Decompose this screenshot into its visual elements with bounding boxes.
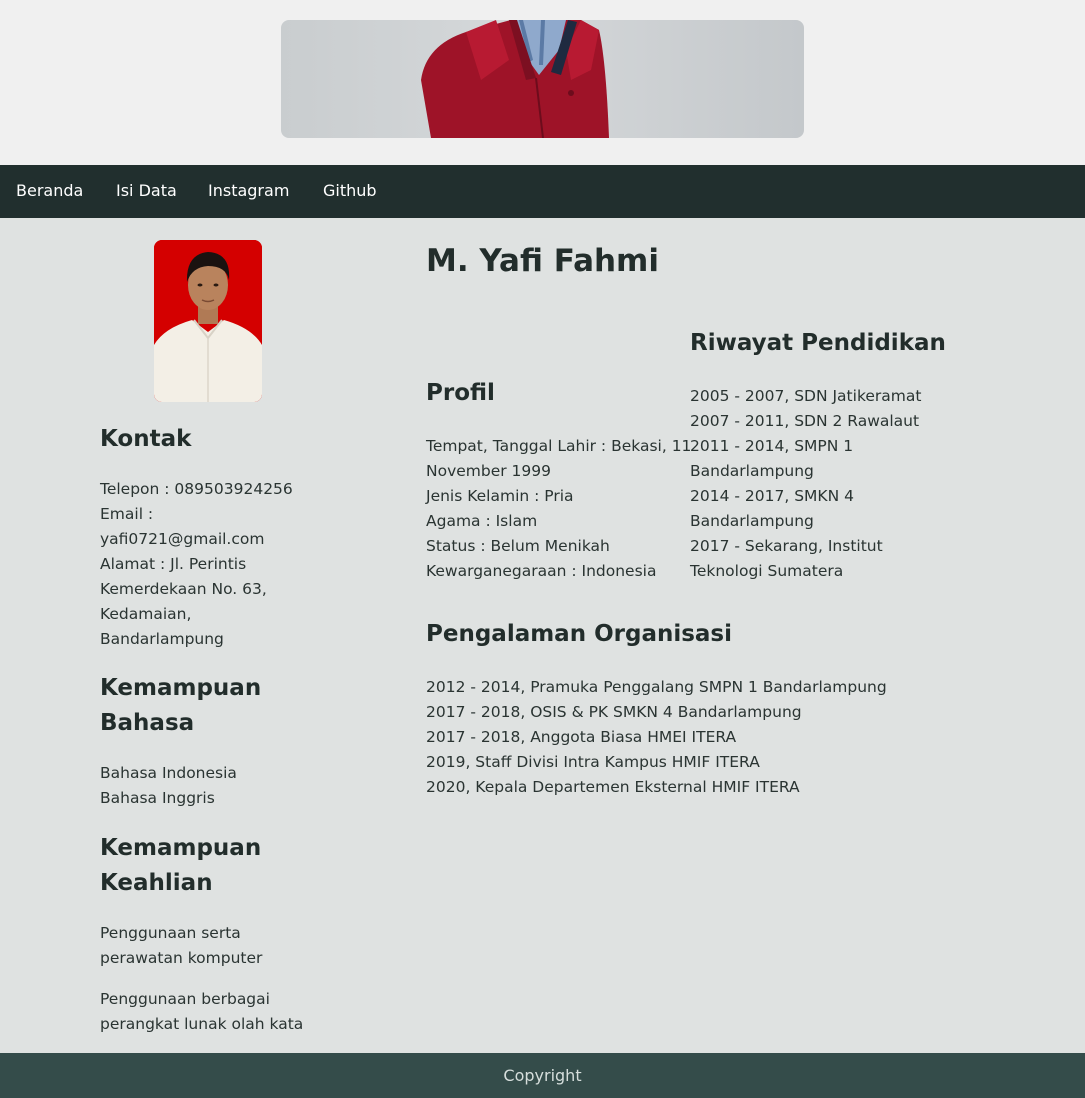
organisasi-line: 2020, Kepala Departemen Eksternal HMIF I…: [426, 778, 800, 796]
nav-item-isi-data[interactable]: Isi Data: [116, 181, 177, 200]
pendidikan-line: 2005 - 2007, SDN Jatikeramat: [690, 387, 922, 405]
kontak-line: Telepon : 089503924256: [100, 480, 293, 498]
profil-line: Tempat, Tanggal Lahir : Bekasi, 11: [426, 437, 692, 455]
organisasi-heading: Pengalaman Organisasi: [426, 621, 733, 647]
keahlian-item: Penggunaan berbagai perangkat lunak olah…: [100, 987, 303, 1037]
kontak-line: Kemerdekaan No. 63,: [100, 580, 267, 598]
bahasa-heading-line1: Kemampuan: [100, 675, 262, 701]
profile-photo: [154, 240, 262, 402]
kontak-line: yafi0721@gmail.com: [100, 530, 265, 548]
nav-item-github[interactable]: Github: [323, 181, 377, 200]
navbar: Beranda Isi Data Instagram Github: [0, 165, 1085, 218]
keahlian-heading-line1: Kemampuan: [100, 835, 262, 861]
profil-line: Kewarganegaraan : Indonesia: [426, 562, 657, 580]
keahlian-heading-line2: Keahlian: [100, 870, 213, 896]
organisasi-line: 2017 - 2018, OSIS & PK SMKN 4 Bandarlamp…: [426, 703, 802, 721]
keahlian-item-line: Penggunaan serta: [100, 924, 241, 942]
kontak-line: Email :: [100, 505, 154, 523]
profil-line: Agama : Islam: [426, 512, 538, 530]
keahlian-item-line: Penggunaan berbagai: [100, 990, 270, 1008]
kontak-heading: Kontak: [100, 426, 192, 452]
keahlian-heading: Kemampuan Keahlian: [100, 831, 340, 901]
bahasa-item: Bahasa Inggris: [100, 789, 215, 807]
footer: Copyright: [0, 1053, 1085, 1098]
profil-heading: Profil: [426, 380, 495, 406]
profil-line: Status : Belum Menikah: [426, 537, 610, 555]
profil-line: November 1999: [426, 462, 552, 480]
kontak-line: Alamat : Jl. Perintis: [100, 555, 247, 573]
bahasa-list: Bahasa Indonesia Bahasa Inggris: [100, 761, 237, 811]
kontak-list: Telepon : 089503924256 Email : yafi0721@…: [100, 477, 293, 652]
banner-image: [281, 20, 804, 138]
footer-copyright: Copyright: [503, 1066, 582, 1085]
kontak-line: Kedamaian,: [100, 605, 192, 623]
organisasi-line: 2017 - 2018, Anggota Biasa HMEI ITERA: [426, 728, 737, 746]
pendidikan-line: 2011 - 2014, SMPN 1: [690, 437, 854, 455]
bahasa-heading: Kemampuan Bahasa: [100, 671, 340, 741]
keahlian-item: Penggunaan serta perawatan komputer: [100, 921, 262, 971]
organisasi-list: 2012 - 2014, Pramuka Penggalang SMPN 1 B…: [426, 675, 887, 800]
pendidikan-line: 2007 - 2011, SDN 2 Rawalaut: [690, 412, 920, 430]
nav-item-instagram[interactable]: Instagram: [208, 181, 289, 200]
kontak-line: Bandarlampung: [100, 630, 224, 648]
pendidikan-heading: Riwayat Pendidikan: [690, 330, 946, 356]
keahlian-item-line: perangkat lunak olah kata: [100, 1015, 304, 1033]
organisasi-line: 2019, Staff Divisi Intra Kampus HMIF ITE…: [426, 753, 760, 771]
pendidikan-line: Teknologi Sumatera: [690, 562, 844, 580]
pendidikan-line: 2014 - 2017, SMKN 4: [690, 487, 854, 505]
nav-item-beranda[interactable]: Beranda: [16, 181, 83, 200]
bahasa-item: Bahasa Indonesia: [100, 764, 237, 782]
pendidikan-list: 2005 - 2007, SDN Jatikeramat 2007 - 2011…: [690, 384, 921, 584]
pendidikan-line: 2017 - Sekarang, Institut: [690, 537, 883, 555]
pendidikan-line: Bandarlampung: [690, 512, 814, 530]
profil-line: Jenis Kelamin : Pria: [426, 487, 574, 505]
bahasa-heading-line2: Bahasa: [100, 710, 195, 736]
organisasi-line: 2012 - 2014, Pramuka Penggalang SMPN 1 B…: [426, 678, 887, 696]
profil-list: Tempat, Tanggal Lahir : Bekasi, 11 Novem…: [426, 434, 691, 584]
profile-name: M. Yafi Fahmi: [426, 243, 659, 279]
pendidikan-line: Bandarlampung: [690, 462, 814, 480]
keahlian-item-line: perawatan komputer: [100, 949, 263, 967]
header-band: [0, 0, 1085, 165]
